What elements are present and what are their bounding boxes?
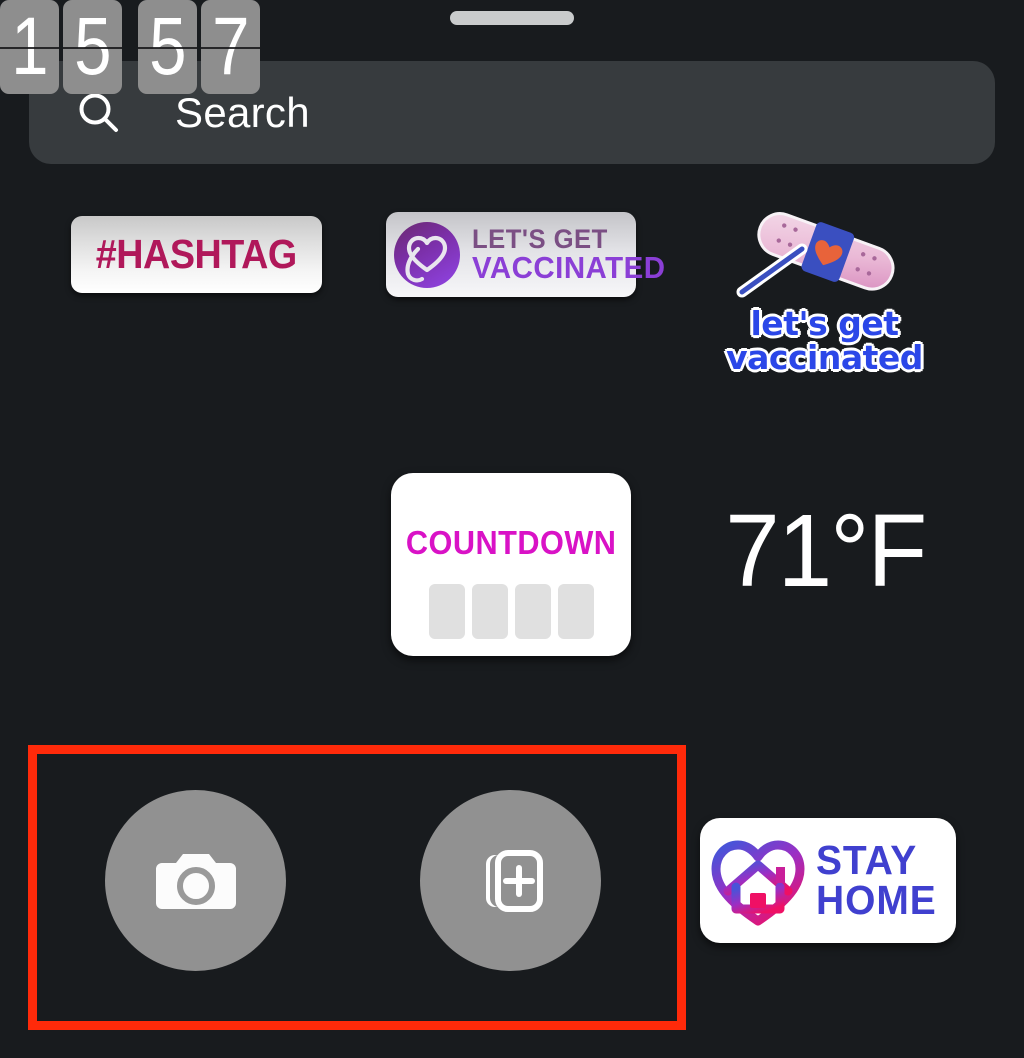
heart-house-icon (711, 840, 805, 925)
countdown-slot (428, 583, 465, 639)
sticker-lets-get-vaccinated-pill[interactable]: LET'S GET VACCINATED (386, 212, 665, 297)
sticker-bandage-caption: let's get vaccinated (726, 307, 923, 374)
countdown-slot (514, 583, 551, 639)
sheet-drag-handle[interactable] (450, 11, 574, 25)
sticker-hashtag-label: #HASHTAG (95, 231, 297, 277)
sticker-hashtag[interactable]: #HASHTAG (71, 216, 322, 293)
sticker-tray-screen: Search #HASHTAG LET'S GET VACCINATED let… (0, 0, 1024, 1058)
clock-digit-tile: 5 (63, 0, 122, 94)
stay-home-line2: HOME (816, 876, 937, 923)
sticker-vaccinated-line2: VACCINATED (472, 249, 666, 285)
clock-digit-tile: 7 (201, 0, 260, 94)
sticker-bandage-line2: vaccinated (726, 338, 923, 377)
stay-home-line1: STAY (816, 836, 918, 883)
temperature-value: 71°F (724, 492, 927, 608)
add-photo-stack-icon (485, 849, 543, 912)
sticker-vaccinated-label-group: LET'S GET VACCINATED (472, 226, 676, 285)
add-photo-button[interactable] (420, 790, 601, 971)
heart-ribbon-icon (394, 221, 460, 288)
countdown-slot (557, 583, 594, 639)
sticker-bandage-line1: let's get (750, 304, 899, 344)
clock-digit-tile: 1 (0, 0, 59, 94)
clock-digit: 7 (211, 1, 250, 92)
clock-digit-tile: 5 (138, 0, 197, 94)
clock-digit: 1 (10, 1, 49, 92)
stay-home-label-group: STAY HOME (816, 836, 943, 923)
search-placeholder-text: Search (175, 88, 310, 136)
bandage-heart-icon (736, 212, 894, 298)
clock-digit: 5 (73, 1, 112, 92)
camera-button[interactable] (105, 790, 286, 971)
countdown-slot (471, 583, 508, 639)
sticker-temperature[interactable]: 71°F (700, 495, 950, 605)
sticker-bandage-vaccinated[interactable]: let's get vaccinated (712, 196, 937, 376)
sticker-countdown[interactable]: COUNTDOWN (391, 473, 631, 656)
camera-icon (155, 853, 236, 909)
clock-digit: 5 (148, 1, 187, 92)
sticker-stay-home[interactable]: STAY HOME (700, 818, 956, 943)
countdown-title: COUNTDOWN (405, 523, 617, 561)
search-icon (79, 93, 118, 132)
countdown-slots (428, 583, 594, 639)
